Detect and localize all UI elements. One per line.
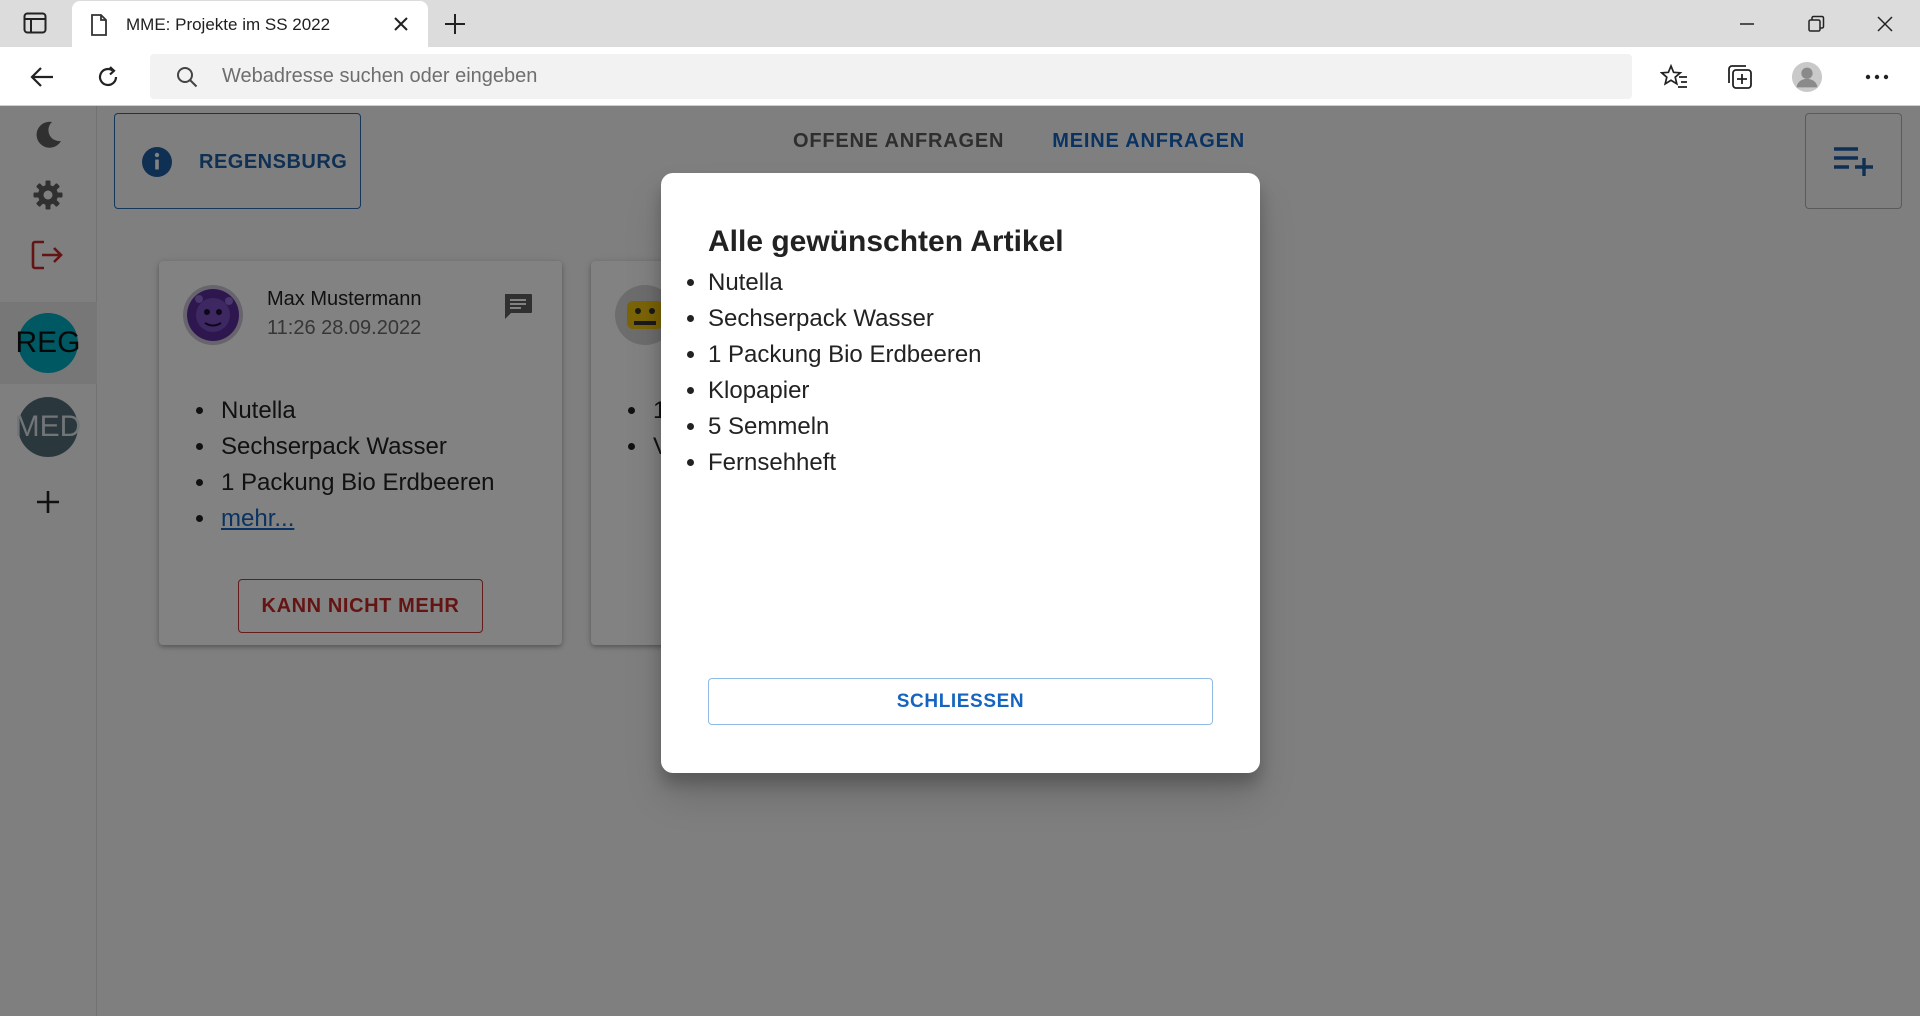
browser-tab-active[interactable]: MME: Projekte im SS 2022 [72,1,428,47]
list-item: Sechserpack Wasser [708,301,982,337]
minimize-icon[interactable] [1735,12,1759,36]
search-icon [176,66,198,93]
items-dialog: Alle gewünschten Artikel Nutella Sechser… [661,173,1260,773]
list-item: Fernsehheft [708,445,982,481]
dialog-item-list: Nutella Sechserpack Wasser 1 Packung Bio… [708,265,982,481]
collections-icon[interactable] [1724,61,1756,93]
more-options-icon[interactable] [1861,61,1893,93]
list-item: Nutella [708,265,982,301]
list-item: 5 Semmeln [708,409,982,445]
reload-icon[interactable] [93,62,123,92]
list-item: Klopapier [708,373,982,409]
close-dialog-button[interactable]: SCHLIESSEN [708,678,1213,725]
browser-tab-strip: MME: Projekte im SS 2022 [0,0,1920,47]
profile-avatar[interactable] [1791,61,1823,93]
new-tab-icon[interactable] [442,11,468,37]
page-icon [90,14,108,41]
close-tab-icon[interactable] [392,15,410,38]
list-item: 1 Packung Bio Erdbeeren [708,337,982,373]
dialog-title: Alle gewünschten Artikel [708,225,1064,258]
restore-icon[interactable] [1804,12,1828,36]
tab-actions-icon[interactable] [20,10,50,36]
back-icon[interactable] [27,62,57,92]
tab-title: MME: Projekte im SS 2022 [126,15,331,34]
close-window-icon[interactable] [1873,12,1897,36]
address-input[interactable] [222,54,1602,99]
address-bar[interactable] [150,54,1632,99]
favorites-icon[interactable] [1658,61,1690,93]
address-bar-row [0,47,1920,106]
